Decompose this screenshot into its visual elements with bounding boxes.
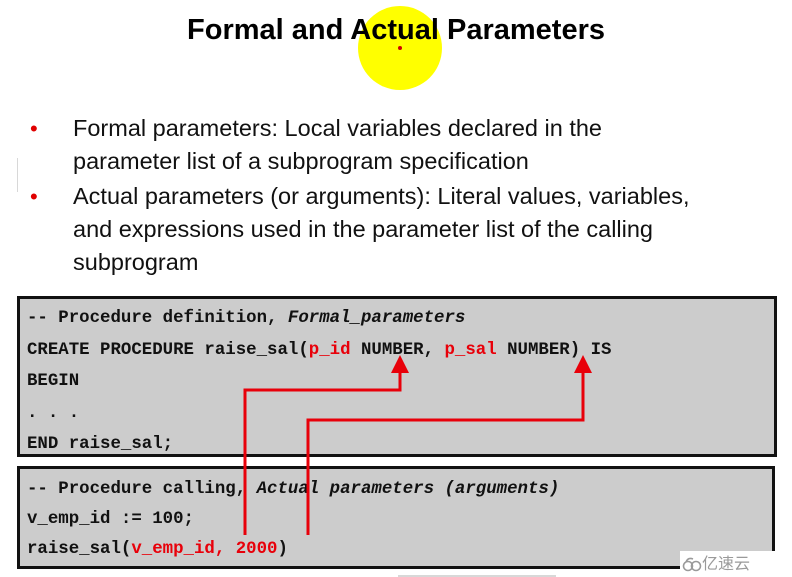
formal-param-p-id: p_id <box>308 340 351 360</box>
bullet-icon: • <box>30 184 38 209</box>
slide-title: Formal and Actual Parameters <box>187 14 605 46</box>
code-text: NUMBER, <box>350 340 445 360</box>
bullet-actual-parameters: • Actual parameters (or arguments): Lite… <box>0 180 792 279</box>
comment-text: -- Procedure definition, <box>27 309 288 328</box>
bullet-text-line: parameter list of a subprogram specifica… <box>73 148 529 174</box>
bullet-text-line: Actual parameters (or arguments): Litera… <box>73 183 690 209</box>
code-text: CREATE PROCEDURE raise_sal( <box>27 340 309 360</box>
code-assign-line: v_emp_id := 100; <box>27 510 194 529</box>
comment-italic: Actual parameters (arguments) <box>256 480 560 499</box>
code-create-line: CREATE PROCEDURE raise_sal(p_id NUMBER, … <box>27 335 774 367</box>
watermark: 亿速云 <box>680 551 792 577</box>
code-text: raise_sal( <box>27 540 132 559</box>
code-comment-line: -- Procedure calling, Actual parameters … <box>27 475 772 505</box>
procedure-calling-code: -- Procedure calling, Actual parameters … <box>17 466 775 569</box>
watermark-text: 亿速云 <box>702 554 751 573</box>
comment-italic: Formal_parameters <box>287 309 466 328</box>
bullet-text-line: subprogram <box>73 249 199 275</box>
formal-param-p-sal: p_sal <box>444 340 497 360</box>
bullet-text-line: Formal parameters: Local variables decla… <box>73 115 603 141</box>
code-call-line: raise_sal(v_emp_id, 2000) <box>27 535 772 565</box>
bullet-formal-parameters: • Formal parameters: Local variables dec… <box>0 112 792 178</box>
procedure-definition-code: -- Procedure definition, Formal_paramete… <box>17 296 777 457</box>
comment-text: -- Procedure calling, <box>27 480 257 499</box>
code-ellipsis-line: . . . <box>27 403 80 423</box>
code-text: NUMBER) IS <box>496 340 612 360</box>
actual-params: v_emp_id, 2000 <box>131 540 278 559</box>
bullet-text-line: and expressions used in the parameter li… <box>73 216 653 242</box>
code-comment-line: -- Procedure definition, Formal_paramete… <box>27 303 774 335</box>
code-text: ) <box>277 540 288 559</box>
code-end-line: END raise_sal; <box>27 435 174 454</box>
bullet-icon: • <box>30 116 38 141</box>
bullet-list: • Formal parameters: Local variables dec… <box>0 112 792 281</box>
cloud-logo-icon <box>682 557 702 572</box>
code-begin-line: BEGIN <box>27 372 80 391</box>
